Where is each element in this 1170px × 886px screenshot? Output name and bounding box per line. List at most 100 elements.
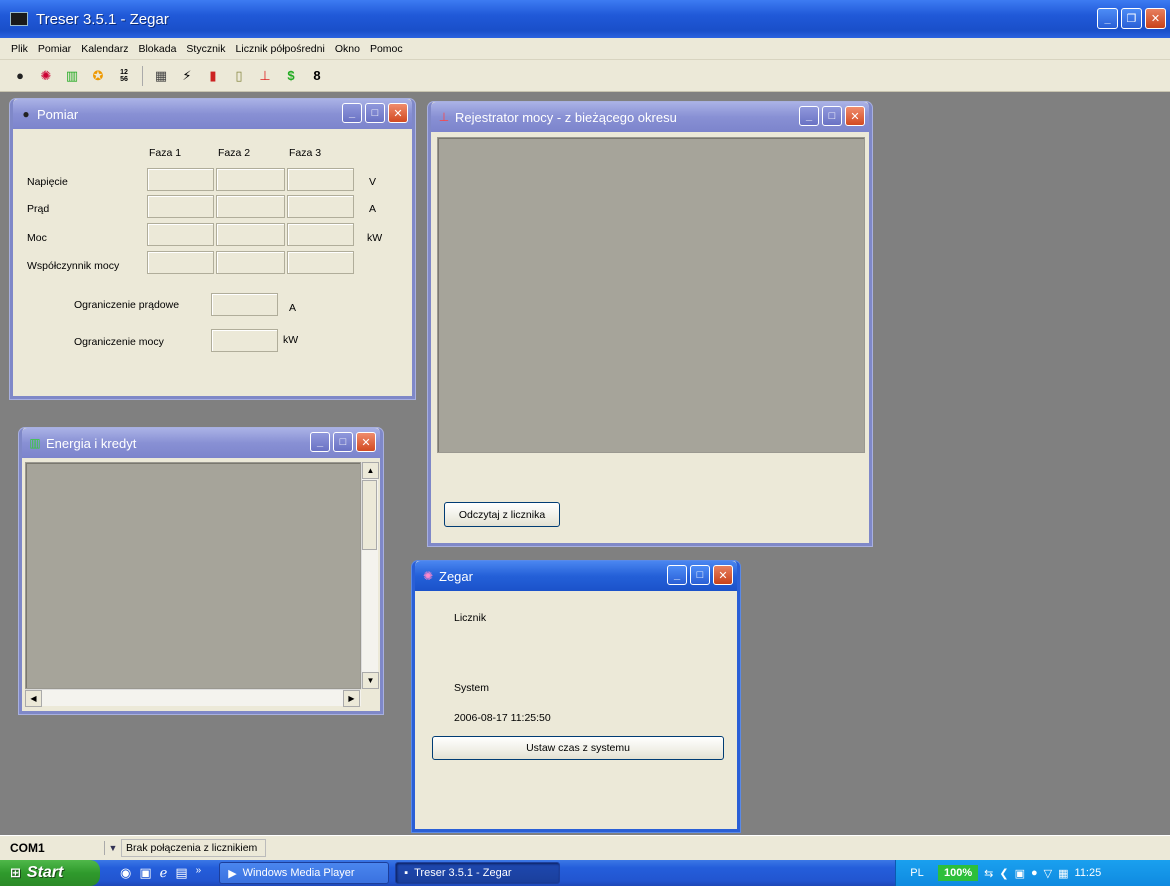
quicklaunch-desktop-icon[interactable]: ▣ xyxy=(139,865,151,881)
tray-clock[interactable]: 11:25 xyxy=(1075,867,1102,879)
tray-shield-icon[interactable]: ● xyxy=(1031,867,1038,879)
energia-close-button[interactable]: ✕ xyxy=(356,432,376,452)
app-minimize-button[interactable]: _ xyxy=(1097,8,1118,29)
menu-stycznik[interactable]: Stycznik xyxy=(181,43,230,55)
display-icon[interactable]: 8 xyxy=(307,66,327,86)
zegar-maximize-button[interactable]: □ xyxy=(690,565,710,585)
row-label-wspolczynnik: Współczynnik mocy xyxy=(27,260,120,272)
task-treser[interactable]: ▪ Treser 3.5.1 - Zegar xyxy=(395,862,561,884)
limit-current-label: Ograniczenie prądowe xyxy=(74,299,180,311)
napiecie-faza1-field[interactable] xyxy=(147,168,214,191)
menu-licznik-polposredni[interactable]: Licznik półpośredni xyxy=(231,43,330,55)
block-icon[interactable]: ✪ xyxy=(88,66,108,86)
chart-icon[interactable]: ▮ xyxy=(203,66,223,86)
set-time-from-system-button[interactable]: Ustaw czas z systemu xyxy=(432,736,724,760)
dollar-icon[interactable]: $ xyxy=(281,66,301,86)
limit-current-field[interactable] xyxy=(211,293,278,316)
vertical-scroll-thumb[interactable] xyxy=(362,480,377,550)
col-header-faza1: Faza 1 xyxy=(149,147,182,159)
power-recorder-icon[interactable]: ⊥ xyxy=(255,66,275,86)
app-restore-button[interactable]: ❐ xyxy=(1121,8,1142,29)
start-label: Start xyxy=(26,864,64,881)
zegar-title-bar[interactable]: ✺ Zegar _ □ ✕ xyxy=(415,561,737,591)
napiecie-faza3-field[interactable] xyxy=(287,168,354,191)
moc-faza2-field[interactable] xyxy=(216,223,285,246)
rejestrator-minimize-button[interactable]: _ xyxy=(799,106,819,126)
quicklaunch-more-icon[interactable]: » xyxy=(196,865,202,881)
quicklaunch-ie-icon[interactable]: ℯ xyxy=(160,865,168,881)
limit-power-field[interactable] xyxy=(211,329,278,352)
menu-blokada[interactable]: Blokada xyxy=(133,43,181,55)
app-icon xyxy=(10,12,28,26)
energy-horizontal-scrollbar[interactable]: ◀ ▶ xyxy=(25,689,361,707)
energy-icon[interactable]: ▥ xyxy=(62,66,82,86)
app-close-button[interactable]: ✕ xyxy=(1145,8,1166,29)
wspolczynnik-faza1-field[interactable] xyxy=(147,251,214,274)
tray-back-icon[interactable]: ❮ xyxy=(999,867,1008,880)
menu-pomiar[interactable]: Pomiar xyxy=(33,43,76,55)
napiecie-faza2-field[interactable] xyxy=(216,168,285,191)
start-button[interactable]: ⊞ Start xyxy=(0,860,100,886)
tray-monitor-icon[interactable]: ▣ xyxy=(1015,867,1025,880)
zegar-minimize-button[interactable]: _ xyxy=(667,565,687,585)
prad-faza3-field[interactable] xyxy=(287,195,354,218)
zoom-indicator[interactable]: 100% xyxy=(938,865,979,881)
task-label: Treser 3.5.1 - Zegar xyxy=(414,867,512,879)
tray-chart-icon[interactable]: ▦ xyxy=(1058,867,1068,880)
rejestrator-close-button[interactable]: ✕ xyxy=(845,106,865,126)
battery-icon[interactable]: ▯ xyxy=(229,66,249,86)
menu-kalendarz[interactable]: Kalendarz xyxy=(76,43,133,55)
scroll-left-icon[interactable]: ◀ xyxy=(25,690,42,707)
quicklaunch-floppy-icon[interactable]: ▤ xyxy=(175,865,187,881)
rejestrator-maximize-button[interactable]: □ xyxy=(822,106,842,126)
menu-plik[interactable]: Plik xyxy=(6,43,33,55)
system-tray: PL 100% ⇆ ❮ ▣ ● ▽ ▦ 11:25 xyxy=(895,860,1170,886)
status-bar: COM1 ▼ Brak połączenia z licznikiem xyxy=(0,835,1170,860)
scroll-up-icon[interactable]: ▲ xyxy=(362,462,379,479)
pomiar-title: Pomiar xyxy=(37,106,79,122)
moc-faza3-field[interactable] xyxy=(287,223,354,246)
pomiar-title-bar[interactable]: ● Pomiar _ □ ✕ xyxy=(13,99,412,129)
read-from-meter-button[interactable]: Odczytaj z licznika xyxy=(444,502,560,527)
task-windows-media-player[interactable]: ▶ Windows Media Player xyxy=(219,862,390,884)
menu-pomoc[interactable]: Pomoc xyxy=(365,43,408,55)
language-indicator[interactable]: PL xyxy=(902,867,932,879)
task-label: Windows Media Player xyxy=(242,867,355,879)
zegar-close-button[interactable]: ✕ xyxy=(713,565,733,585)
tray-network-icon[interactable]: ⇆ xyxy=(984,867,993,880)
pomiar-maximize-button[interactable]: □ xyxy=(365,103,385,123)
wspolczynnik-faza2-field[interactable] xyxy=(216,251,285,274)
measure-icon[interactable]: ● xyxy=(10,66,30,86)
treser-task-icon: ▪ xyxy=(404,867,409,879)
energy-vertical-scrollbar[interactable]: ▲ ▼ xyxy=(361,462,379,689)
chevron-down-icon[interactable]: ▼ xyxy=(105,843,121,853)
pomiar-close-button[interactable]: ✕ xyxy=(388,103,408,123)
prad-faza2-field[interactable] xyxy=(216,195,285,218)
pomiar-minimize-button[interactable]: _ xyxy=(342,103,362,123)
moc-faza1-field[interactable] xyxy=(147,223,214,246)
scroll-right-icon[interactable]: ▶ xyxy=(343,690,360,707)
clock-icon[interactable]: ✺ xyxy=(36,66,56,86)
numbers-icon[interactable]: 12 56 xyxy=(114,66,134,86)
scroll-down-icon[interactable]: ▼ xyxy=(362,672,379,689)
windows-logo-icon: ⊞ xyxy=(10,865,21,880)
menu-bar: Plik Pomiar Kalendarz Blokada Stycznik L… xyxy=(0,38,1170,60)
toolbar-separator xyxy=(142,65,143,86)
row-label-prad: Prąd xyxy=(27,203,50,215)
media-player-icon: ▶ xyxy=(228,867,237,880)
port-select[interactable]: COM1 xyxy=(0,841,105,855)
switch-icon[interactable]: ⚡ xyxy=(177,66,197,86)
limit-current-unit: A xyxy=(289,302,297,314)
app-title-bar[interactable]: Treser 3.5.1 - Zegar _ ❐ ✕ xyxy=(0,0,1170,38)
energia-maximize-button[interactable]: □ xyxy=(333,432,353,452)
quick-launch: ◉ ▣ ℯ ▤ » xyxy=(120,865,201,881)
wspolczynnik-faza3-field[interactable] xyxy=(287,251,354,274)
energia-minimize-button[interactable]: _ xyxy=(310,432,330,452)
calendar-icon[interactable]: ▦ xyxy=(151,66,171,86)
tray-antivirus-icon[interactable]: ▽ xyxy=(1044,867,1052,880)
menu-okno[interactable]: Okno xyxy=(330,43,365,55)
rejestrator-title-bar[interactable]: ⊥ Rejestrator mocy - z bieżącego okresu … xyxy=(431,102,869,132)
quicklaunch-app-icon[interactable]: ◉ xyxy=(120,865,131,881)
energia-title-bar[interactable]: ▥ Energia i kredyt _ □ ✕ xyxy=(22,428,380,458)
prad-faza1-field[interactable] xyxy=(147,195,214,218)
